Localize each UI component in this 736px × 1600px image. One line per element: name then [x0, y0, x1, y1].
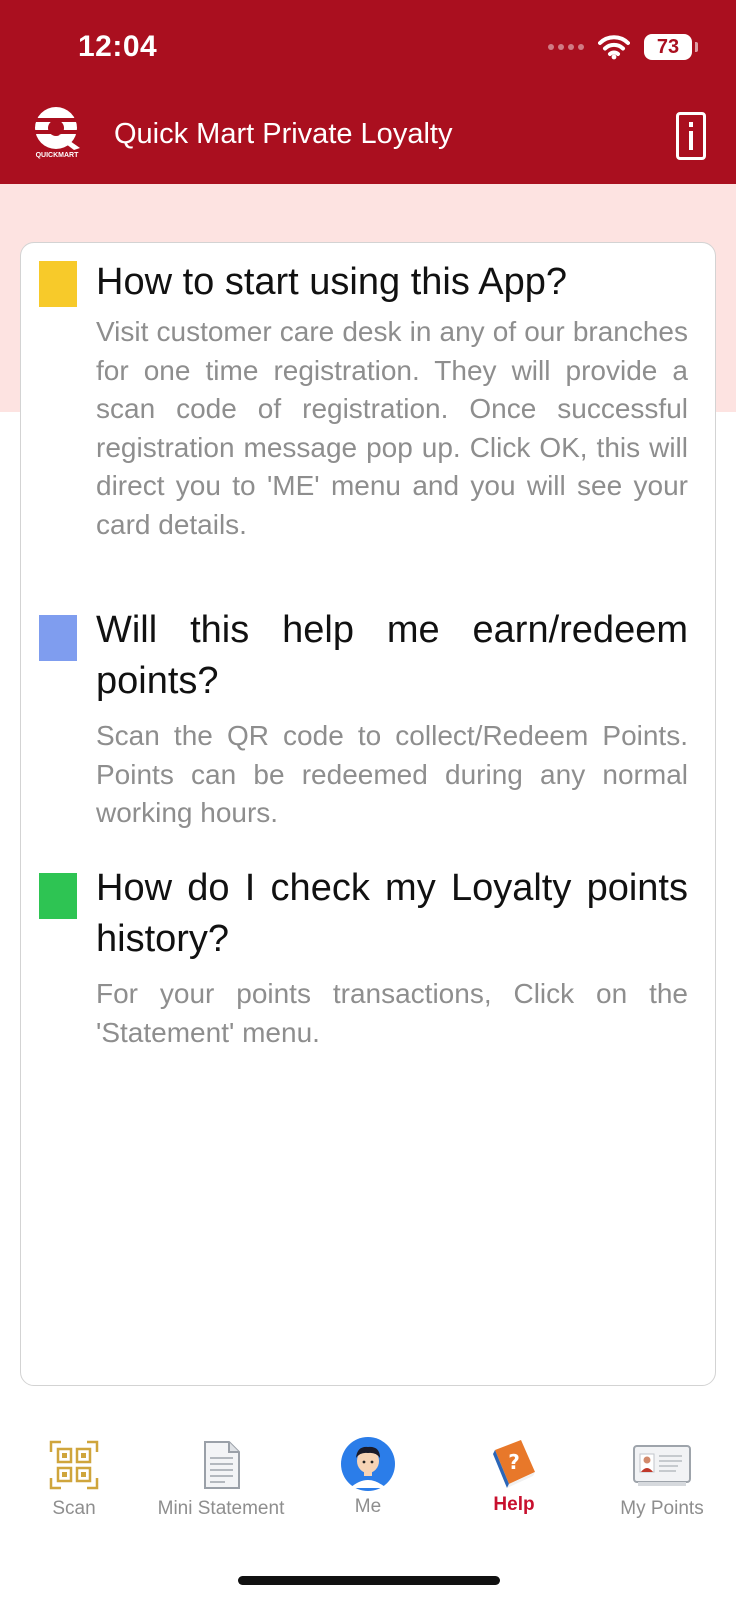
- status-icons: 73: [548, 34, 698, 60]
- logo-icon: [35, 107, 80, 150]
- tab-label: Scan: [52, 1498, 96, 1519]
- cellular-signal-icon: [548, 44, 584, 50]
- faq-marker: [39, 261, 77, 307]
- faq-answer: For your points transactions, Click on t…: [96, 978, 688, 1048]
- qr-code-icon: [49, 1440, 99, 1490]
- document-icon: [204, 1441, 240, 1489]
- app-header: 12:04 73 QUICKMART Quick Mart Private Lo…: [0, 0, 736, 184]
- faq-answer: Visit customer care desk in any of our b…: [96, 316, 688, 540]
- faq-marker: [39, 873, 77, 919]
- logo-text: QUICKMART: [35, 152, 79, 159]
- info-button[interactable]: [676, 112, 706, 160]
- faq-question: How do I check my Loyalty points history…: [96, 867, 688, 960]
- id-card-icon: [633, 1445, 691, 1486]
- info-icon: [689, 122, 693, 150]
- tab-me[interactable]: Me: [328, 1437, 408, 1518]
- tab-bar: Scan Mini Statement Me ? Help My Points: [0, 1437, 736, 1560]
- faq-answer: Scan the QR code to collect/Redeem Point…: [96, 720, 688, 828]
- home-indicator: [238, 1576, 500, 1585]
- avatar-icon: [341, 1437, 395, 1491]
- help-book-icon: ?: [493, 1440, 535, 1488]
- svg-text:?: ?: [508, 1450, 520, 1474]
- quickmart-logo: QUICKMART: [30, 104, 84, 164]
- tab-help[interactable]: ? Help: [474, 1440, 554, 1516]
- tab-my-points[interactable]: My Points: [610, 1440, 714, 1520]
- faq-question: Will this help me earn/redeem points?: [96, 609, 688, 702]
- tab-label: Help: [493, 1494, 535, 1515]
- tab-mini-statement[interactable]: Mini Statement: [148, 1440, 294, 1520]
- battery-icon: 73: [644, 34, 698, 60]
- app-title: Quick Mart Private Loyalty: [114, 118, 453, 150]
- tab-scan[interactable]: Scan: [34, 1440, 114, 1520]
- faq-question: How to start using this App?: [96, 261, 568, 303]
- tab-label: My Points: [620, 1498, 704, 1519]
- tab-label: Mini Statement: [157, 1498, 285, 1519]
- faq-marker: [39, 615, 77, 661]
- tab-label: Me: [354, 1496, 382, 1517]
- faq-card: How to start using this App? Visit custo…: [20, 242, 716, 1386]
- battery-level: 73: [656, 35, 680, 58]
- status-time: 12:04: [78, 30, 158, 63]
- wifi-icon: [598, 35, 630, 60]
